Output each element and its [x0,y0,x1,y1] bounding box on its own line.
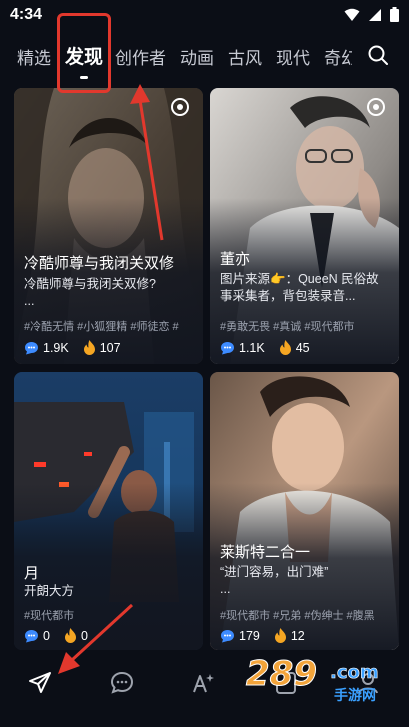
status-time: 4:34 [10,6,43,23]
card-title: 月 [24,565,40,582]
card-stats: 0 0 [24,628,88,643]
ai-sparkle-icon[interactable] [191,670,217,696]
chat-count: 0 [43,628,50,643]
category-tabs: 精选 发现 创作者 动画 古风 现代 奇幻 [0,30,409,78]
tab-discover[interactable]: 发现 [65,42,103,69]
status-bar: 4:34 [0,0,409,30]
card-description: 开朗大方 [24,584,75,598]
fire-icon [279,340,291,355]
card-tags: #现代都市 [24,610,75,622]
like-count: 45 [295,340,310,355]
audio-badge-icon [171,98,189,116]
tab-modern[interactable]: 现代 [276,44,310,69]
card-description-more: ... [220,582,231,596]
tab-fantasy[interactable]: 奇幻 [324,44,352,69]
comment-bubble-icon [25,341,38,354]
watermark-subtitle: 手游网 [334,687,376,704]
chat-count: 1.9K [43,340,69,355]
system-icons [344,7,399,22]
tab-animation[interactable]: 动画 [180,44,214,69]
fire-icon [274,628,286,643]
wifi-icon [344,8,360,21]
card-stats: 1.1K 45 [220,340,310,355]
card-tags: #现代都市 #兄弟 #伪绅士 #腹黑 [220,610,375,622]
comment-bubble-icon [221,629,234,642]
active-tab-indicator [80,76,88,79]
card-title: 董亦 [220,251,251,268]
paper-plane-icon[interactable] [27,670,53,696]
chat-count: 1.1K [239,340,265,355]
watermark-logo-digits: 289 [246,654,317,694]
character-card[interactable]: 莱斯特二合一 “进门容易，出门难” ... #现代都市 #兄弟 #伪绅士 #腹黑… [210,372,399,650]
fire-icon [64,628,76,643]
watermark-logo-suffix: .com [330,662,379,683]
card-tags: #冷酷无情 #小狐狸精 #师徒恋 # [24,321,179,333]
search-icon[interactable] [367,44,389,66]
character-card[interactable]: 月 开朗大方 #现代都市 0 0 [14,372,203,650]
like-count: 0 [80,628,88,643]
card-description: 图片来源👉：QueeN 民俗故事采集者，背包装录音... [220,272,379,303]
card-description: 冷酷师尊与我闭关双修? [24,277,156,291]
chat-count: 179 [239,628,260,643]
signal-icon [369,8,381,21]
card-tags: #勇敢无畏 #真诚 #现代都市 [220,321,355,333]
comment-bubble-icon [221,341,234,354]
character-card[interactable]: 董亦 图片来源👉：QueeN 民俗故事采集者，背包装录音... #勇敢无畏 #真… [210,88,399,364]
battery-icon [390,7,399,22]
like-count: 107 [99,340,121,355]
audio-badge-icon [367,98,385,116]
like-count: 12 [290,628,305,643]
tab-featured[interactable]: 精选 [17,44,51,69]
chat-bubble-icon[interactable] [109,670,135,696]
site-watermark-logo: 289 .com 手游网 [246,654,379,705]
tab-creators[interactable]: 创作者 [115,44,166,69]
card-title: 莱斯特二合一 [220,544,311,561]
card-title: 冷酷师尊与我闭关双修 [24,255,175,272]
character-card[interactable]: 冷酷师尊与我闭关双修 冷酷师尊与我闭关双修? ... #冷酷无情 #小狐狸精 #… [14,88,203,364]
card-stats: 1.9K 107 [24,340,121,355]
card-description-more: ... [24,294,35,308]
fire-icon [83,340,95,355]
card-stats: 179 12 [220,628,305,643]
comment-bubble-icon [25,629,38,642]
tab-ancient-style[interactable]: 古风 [228,44,262,69]
card-gradient [14,483,203,650]
card-description: “进门容易，出门难” [220,565,329,579]
